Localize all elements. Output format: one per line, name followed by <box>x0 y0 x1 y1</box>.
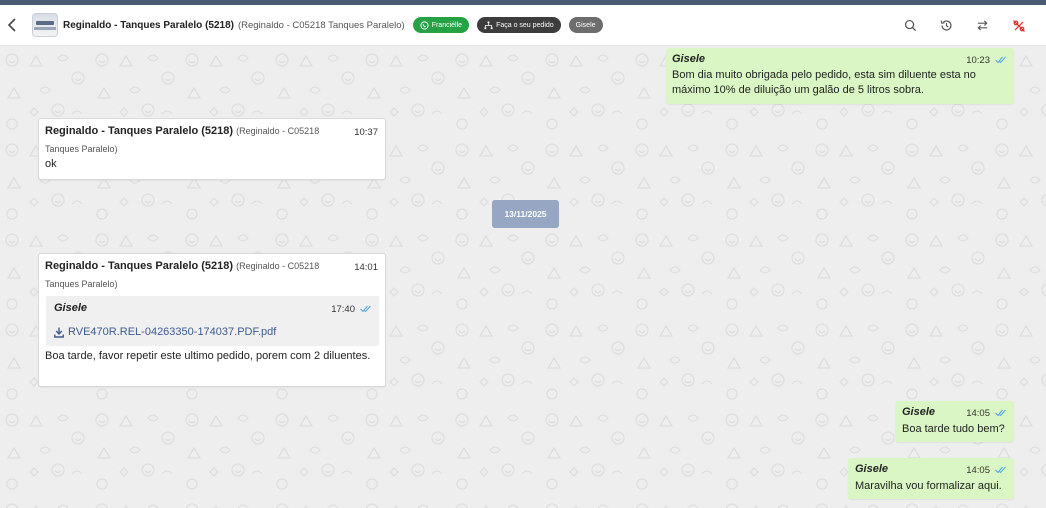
message-sender: Gisele <box>902 406 936 418</box>
flow-chip-label: Faça o seu pedido <box>496 21 554 29</box>
header-actions <box>901 5 1028 46</box>
chat-header: Reginaldo - Tanques Paralelo (5218) (Reg… <box>0 5 1046 46</box>
read-ticks-icon <box>995 466 1006 474</box>
history-button[interactable] <box>937 16 956 35</box>
quoted-message[interactable]: Gisele 17:40 RVE470R.REL-04263350-174037… <box>46 296 379 346</box>
message-text: Maravilha vou formalizar aqui. <box>855 480 1002 492</box>
message-sender-detail-cont: Tanques Paralelo) <box>45 279 118 289</box>
message-sender-detail-cont: Tanques Paralelo) <box>45 144 118 154</box>
message-outgoing-2[interactable]: Gisele 14:05 Boa tarde tudo bem? <box>895 401 1014 442</box>
user-chip-gisele[interactable]: Gisele <box>568 17 603 33</box>
message-time: 14:01 <box>354 262 378 273</box>
search-icon <box>904 19 917 32</box>
message-outgoing-3[interactable]: Gisele 14:05 Maravilha vou formalizar aq… <box>848 458 1014 499</box>
history-icon <box>940 20 952 31</box>
message-incoming-2[interactable]: Reginaldo - Tanques Paralelo (5218) (Reg… <box>38 253 386 387</box>
message-time: 14:05 <box>966 465 990 476</box>
discount-button[interactable] <box>1009 16 1028 35</box>
whatsapp-icon <box>420 20 429 30</box>
message-time: 10:23 <box>966 55 990 66</box>
message-text: Bom dia muito obrigada pelo pedido, esta… <box>672 69 976 96</box>
chevron-left-icon <box>7 18 16 32</box>
message-text: Boa tarde, favor repetir este ultimo ped… <box>45 350 371 362</box>
hierarchy-icon <box>484 20 493 29</box>
download-icon <box>54 327 64 338</box>
read-ticks-icon <box>360 305 371 313</box>
message-text: ok <box>45 158 57 170</box>
message-time: 10:37 <box>354 127 378 138</box>
percent-off-icon <box>1012 19 1025 32</box>
message-sender: Gisele <box>855 463 889 475</box>
attachment-filename: RVE470R.REL-04263350-174037.PDF.pdf <box>68 326 277 338</box>
message-sender: Gisele <box>672 53 706 65</box>
quoted-sender: Gisele <box>54 302 88 314</box>
message-text: Boa tarde tudo bem? <box>902 423 1005 435</box>
chat-area[interactable]: Gisele 10:23 Bom dia muito obrigada pelo… <box>0 46 1046 508</box>
date-separator: 13/11/2025 <box>492 200 559 228</box>
message-sender: Reginaldo - Tanques Paralelo (5218) <box>45 260 234 272</box>
transfer-icon <box>977 20 988 31</box>
message-sender: Reginaldo - Tanques Paralelo (5218) <box>45 125 234 137</box>
message-incoming-1[interactable]: Reginaldo - Tanques Paralelo (5218) (Reg… <box>38 118 386 180</box>
transfer-button[interactable] <box>973 16 992 35</box>
back-button[interactable] <box>2 5 22 46</box>
search-button[interactable] <box>901 16 920 35</box>
message-sender-detail: (Reginaldo - C05218 <box>236 261 320 271</box>
user-chip-label: Gisele <box>575 21 596 29</box>
agent-chip-label: Franciélle <box>431 21 463 29</box>
message-sender-detail: (Reginaldo - C05218 <box>236 126 320 136</box>
contact-subtitle: (Reginaldo - C05218 Tanques Paralelo) <box>237 19 405 31</box>
attachment-link[interactable]: RVE470R.REL-04263350-174037.PDF.pdf <box>54 325 276 340</box>
quoted-time: 17:40 <box>331 304 355 315</box>
read-ticks-icon <box>995 409 1006 417</box>
message-outgoing-1[interactable]: Gisele 10:23 Bom dia muito obrigada pelo… <box>666 48 1014 104</box>
contact-avatar[interactable] <box>32 13 58 37</box>
message-time: 14:05 <box>966 408 990 419</box>
flow-chip-pedido[interactable]: Faça o seu pedido <box>477 17 561 33</box>
read-ticks-icon <box>995 56 1006 64</box>
agent-chip-franciele[interactable]: Franciélle <box>412 17 470 33</box>
contact-name: Reginaldo - Tanques Paralelo (5218) <box>63 19 234 31</box>
